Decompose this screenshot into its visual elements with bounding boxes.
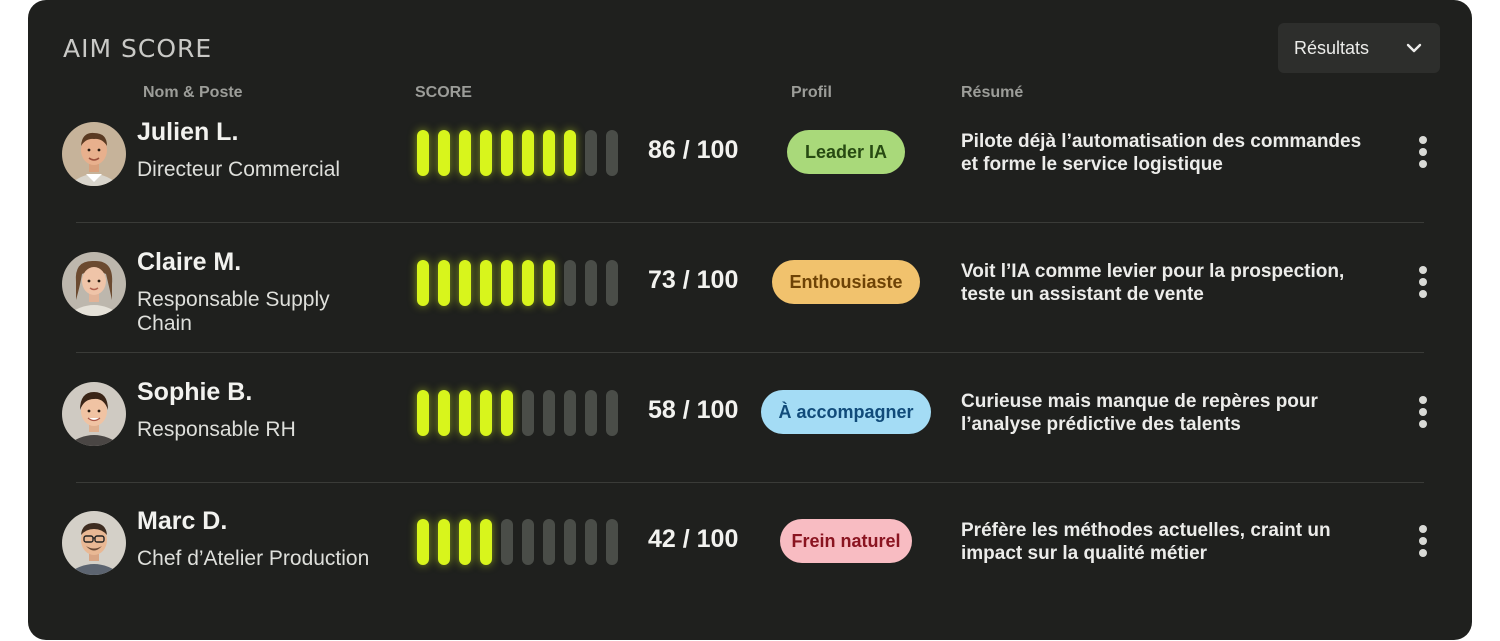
score-bar-filled xyxy=(459,260,471,306)
score-bar-filled xyxy=(459,390,471,436)
score-value: 86 / 100 xyxy=(648,136,739,164)
more-vertical-icon[interactable] xyxy=(1408,394,1438,430)
more-vertical-icon[interactable] xyxy=(1408,134,1438,170)
score-value: 58 / 100 xyxy=(648,396,739,424)
score-bar-filled xyxy=(480,519,492,565)
avatar xyxy=(62,511,126,575)
column-header-profile: Profil xyxy=(791,84,832,101)
score-bar-filled xyxy=(417,130,429,176)
score-bar-empty xyxy=(606,130,618,176)
person-role: Responsable Supply Chain xyxy=(137,288,330,335)
score-bar-empty xyxy=(585,260,597,306)
score-bar-empty xyxy=(585,390,597,436)
score-bar-empty xyxy=(585,519,597,565)
score-bars xyxy=(417,390,618,436)
score-bar-empty xyxy=(522,519,534,565)
person-role: Chef d’Atelier Production xyxy=(137,547,370,570)
score-bar-filled xyxy=(522,130,534,176)
score-bar-filled xyxy=(501,390,513,436)
person-name: Marc D. xyxy=(137,507,228,535)
profile-badge: À accompagner xyxy=(761,390,931,434)
avatar xyxy=(62,252,126,316)
table-row: Marc D. Chef d’Atelier Production 42 / 1… xyxy=(28,507,1472,641)
score-bar-filled xyxy=(480,260,492,306)
score-bars xyxy=(417,260,618,306)
summary-text: Pilote déjà l’automatisation des command… xyxy=(961,131,1362,175)
profile-badge: Enthousiaste xyxy=(772,260,920,304)
score-bar-empty xyxy=(564,260,576,306)
score-bar-filled xyxy=(438,390,450,436)
score-bar-filled xyxy=(459,130,471,176)
results-dropdown[interactable]: Résultats xyxy=(1278,23,1440,73)
score-bars xyxy=(417,519,618,565)
summary-text: Préfère les méthodes actuelles, craint u… xyxy=(961,520,1331,564)
table-row: Julien L. Directeur Commercial 86 / 100 … xyxy=(28,118,1472,252)
chevron-down-icon xyxy=(1406,43,1422,53)
column-header-summary: Résumé xyxy=(961,84,1024,101)
score-bars xyxy=(417,130,618,176)
score-value: 73 / 100 xyxy=(648,266,739,294)
column-header-name: Nom & Poste xyxy=(143,84,243,101)
avatar xyxy=(62,122,126,186)
score-bar-empty xyxy=(564,519,576,565)
score-bar-empty xyxy=(564,390,576,436)
score-bar-filled xyxy=(438,260,450,306)
summary-text: Curieuse mais manque de repères pour l’a… xyxy=(961,391,1318,435)
more-vertical-icon[interactable] xyxy=(1408,523,1438,559)
score-bar-filled xyxy=(501,130,513,176)
avatar xyxy=(62,382,126,446)
score-bar-filled xyxy=(543,260,555,306)
score-bar-empty xyxy=(522,390,534,436)
score-bar-empty xyxy=(606,390,618,436)
table-row: Claire M. Responsable Supply Chain 73 / … xyxy=(28,248,1472,382)
score-value: 42 / 100 xyxy=(648,525,739,553)
score-bar-empty xyxy=(543,519,555,565)
aim-score-panel: AIM SCORE Résultats Nom & Poste SCORE Pr… xyxy=(28,0,1472,640)
score-bar-filled xyxy=(438,519,450,565)
person-role: Responsable RH xyxy=(137,418,296,441)
score-bar-filled xyxy=(501,260,513,306)
score-bar-filled xyxy=(522,260,534,306)
row-divider xyxy=(76,352,1424,353)
score-bar-filled xyxy=(480,130,492,176)
score-bar-filled xyxy=(417,390,429,436)
panel-title: AIM SCORE xyxy=(63,34,213,63)
person-name: Sophie B. xyxy=(137,378,253,406)
profile-badge: Leader IA xyxy=(787,130,905,174)
score-bar-filled xyxy=(480,390,492,436)
results-dropdown-label: Résultats xyxy=(1294,37,1370,58)
column-header-score: SCORE xyxy=(415,84,472,101)
score-bar-empty xyxy=(543,390,555,436)
score-bar-filled xyxy=(564,130,576,176)
summary-text: Voit l’IA comme levier pour la prospecti… xyxy=(961,261,1345,305)
score-bar-empty xyxy=(501,519,513,565)
person-name: Claire M. xyxy=(137,248,242,276)
profile-badge: Frein naturel xyxy=(780,519,912,563)
score-bar-filled xyxy=(438,130,450,176)
score-bar-filled xyxy=(417,519,429,565)
score-bar-filled xyxy=(543,130,555,176)
more-vertical-icon[interactable] xyxy=(1408,264,1438,300)
row-divider xyxy=(76,222,1424,223)
table-row: Sophie B. Responsable RH 58 / 100 À acco… xyxy=(28,378,1472,512)
score-bar-filled xyxy=(459,519,471,565)
score-bar-empty xyxy=(606,519,618,565)
score-bar-empty xyxy=(585,130,597,176)
row-divider xyxy=(76,482,1424,483)
person-name: Julien L. xyxy=(137,118,239,146)
score-bar-empty xyxy=(606,260,618,306)
person-role: Directeur Commercial xyxy=(137,158,341,181)
score-bar-filled xyxy=(417,260,429,306)
